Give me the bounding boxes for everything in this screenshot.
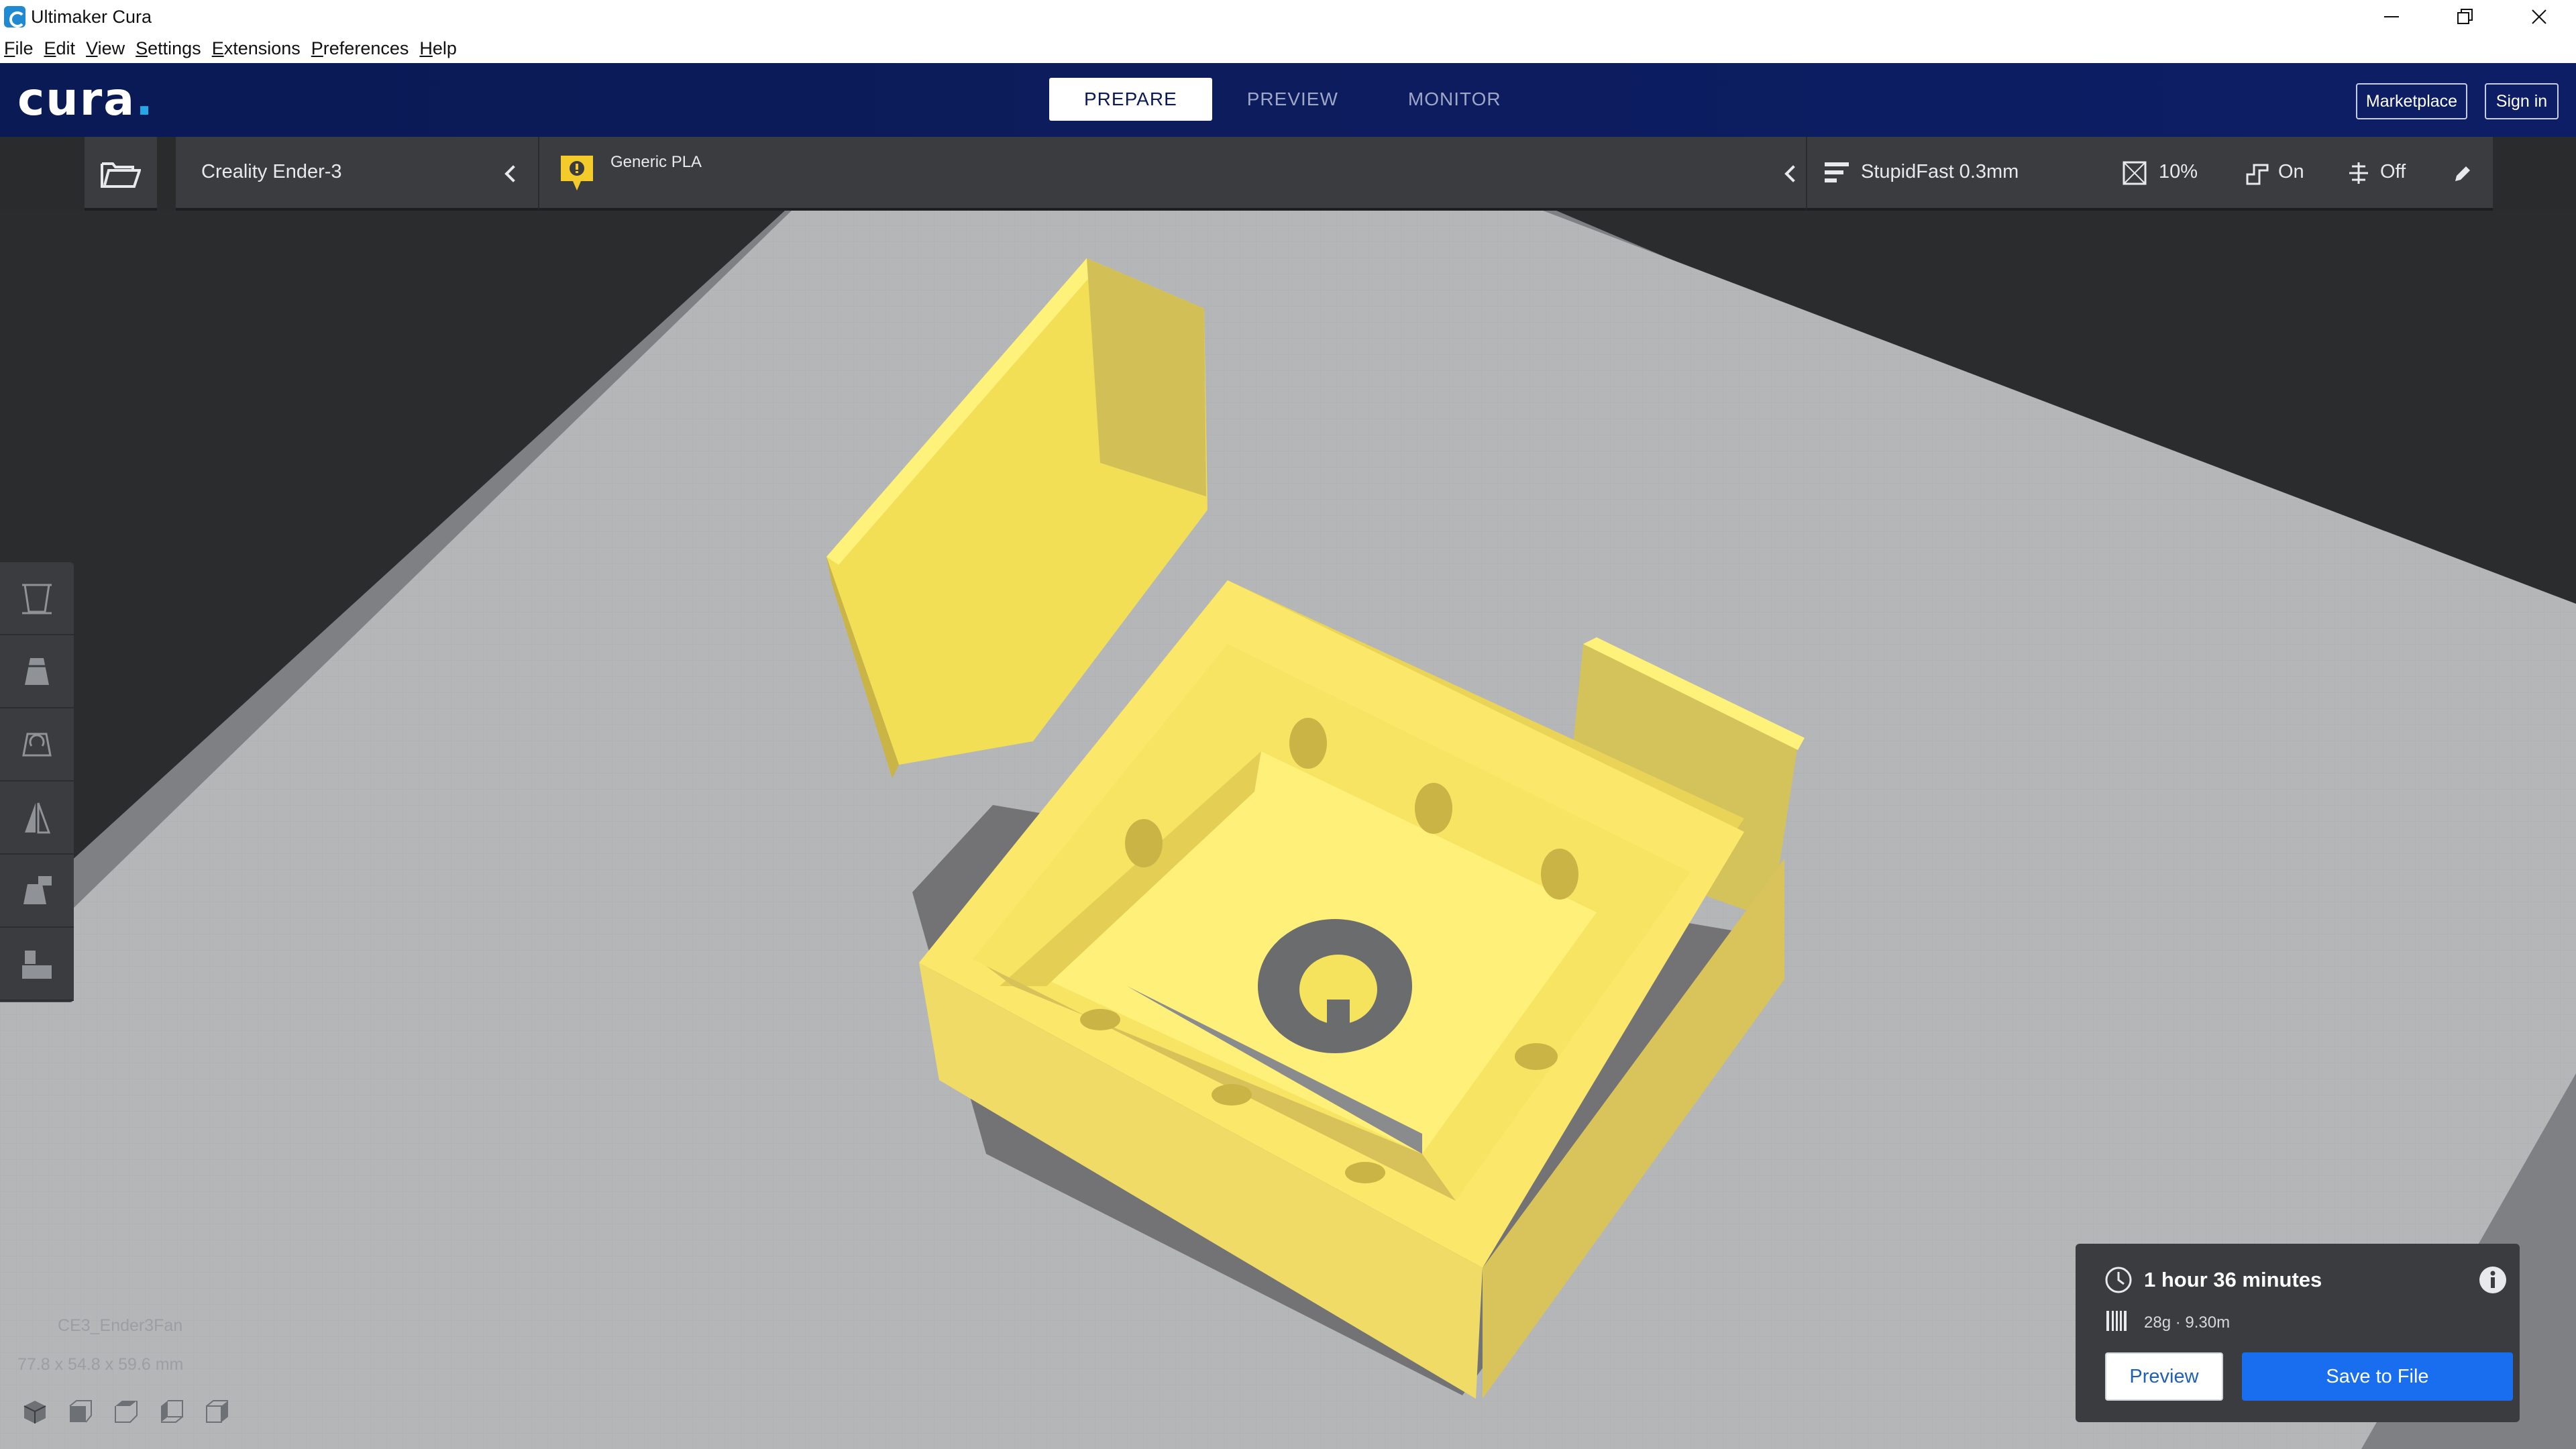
chevron-left-icon <box>1784 165 1802 182</box>
menu-view[interactable]: View <box>86 38 125 59</box>
infill-icon <box>2123 161 2147 185</box>
signin-button[interactable]: Sign in <box>2485 83 2559 119</box>
view-left-button[interactable] <box>157 1397 186 1426</box>
view-orientation-buttons <box>20 1397 248 1426</box>
pencil-icon[interactable] <box>2453 164 2473 184</box>
menu-file[interactable]: File <box>4 38 34 59</box>
printer-name: Creality Ender-3 <box>201 161 342 182</box>
support-icon <box>2246 164 2269 185</box>
tab-prepare[interactable]: PREPARE <box>1049 78 1212 121</box>
view-front-icon <box>69 1400 92 1423</box>
restore-icon <box>2457 9 2473 24</box>
window-title: Ultimaker Cura <box>31 6 152 27</box>
model-hole <box>1125 819 1163 867</box>
material-warning-icon <box>561 156 593 191</box>
logo-dot: . <box>136 73 154 126</box>
move-tool-button[interactable] <box>0 562 74 635</box>
minimize-button[interactable] <box>2355 0 2428 34</box>
scale-tool-button[interactable] <box>0 635 74 708</box>
per-model-settings-icon <box>23 875 52 904</box>
window-controls <box>2355 0 2576 34</box>
cura-app-icon <box>4 6 25 28</box>
menu-bar: File Edit View Settings Extensions Prefe… <box>0 34 2576 63</box>
restore-button[interactable] <box>2428 0 2502 34</box>
open-file-button[interactable] <box>85 137 157 211</box>
printer-selector[interactable]: Creality Ender-3 <box>176 137 538 211</box>
view-front-button[interactable] <box>66 1397 95 1426</box>
minimize-icon <box>2384 16 2399 17</box>
move-icon <box>22 584 52 614</box>
material-name: Generic PLA <box>610 153 702 171</box>
object-name: CE3_Ender3Fan <box>58 1316 183 1335</box>
material-usage: 28g · 9.30m <box>2144 1313 2231 1332</box>
mirror-tool-button[interactable] <box>0 782 74 855</box>
support-blocker-icon <box>22 950 52 979</box>
model-ring-slot <box>1327 1000 1350 1046</box>
close-button[interactable] <box>2502 0 2576 34</box>
support-value: On <box>2278 161 2304 182</box>
model-hole <box>1541 849 1578 900</box>
spool-icon <box>2106 1311 2127 1331</box>
adhesion-value: Off <box>2380 161 2406 182</box>
window-titlebar: Ultimaker Cura <box>0 0 2576 34</box>
left-toolbar <box>0 562 74 1002</box>
object-dimensions: 77.8 x 54.8 x 59.6 mm <box>17 1355 184 1374</box>
view-right-icon <box>206 1400 228 1423</box>
view-3d-button[interactable] <box>20 1397 50 1426</box>
view-top-icon <box>115 1401 138 1423</box>
save-to-file-button[interactable]: Save to File <box>2242 1352 2513 1401</box>
print-summary-panel: 1 hour 36 minutes 28g · 9.30m Preview Sa… <box>2076 1244 2520 1422</box>
model-hole <box>1345 1162 1385 1183</box>
view-top-button[interactable] <box>111 1397 141 1426</box>
model-hole <box>1080 1009 1120 1030</box>
menu-edit[interactable]: Edit <box>44 38 76 59</box>
preview-button[interactable]: Preview <box>2105 1352 2223 1401</box>
scale-icon <box>25 657 49 685</box>
adhesion-icon <box>2349 162 2368 184</box>
view-3d-icon <box>23 1401 46 1424</box>
support-blocker-button[interactable] <box>0 928 74 1001</box>
app-header: cura. PREPARE PREVIEW MONITOR Marketplac… <box>0 63 2576 137</box>
print-settings-selector[interactable]: StupidFast 0.3mm 10% On Off <box>1806 137 2493 211</box>
profile-name: StupidFast 0.3mm <box>1861 161 2019 182</box>
rotate-icon <box>22 733 52 756</box>
rotate-tool-button[interactable] <box>0 708 74 782</box>
mirror-icon <box>25 802 51 833</box>
material-selector[interactable]: Generic PLA <box>538 137 1806 211</box>
model-hole <box>1289 718 1327 769</box>
info-icon[interactable] <box>2478 1265 2508 1295</box>
logo-text: cura <box>17 73 136 126</box>
model-hole <box>1515 1043 1558 1070</box>
view-right-button[interactable] <box>203 1397 232 1426</box>
per-model-settings-button[interactable] <box>0 855 74 928</box>
profile-icon <box>1825 162 1849 182</box>
model-hole <box>1415 783 1452 834</box>
clock-icon <box>2105 1267 2132 1293</box>
folder-open-icon <box>101 162 141 188</box>
model-hole <box>1212 1084 1252 1106</box>
view-left-icon <box>161 1400 183 1423</box>
menu-help[interactable]: Help <box>419 38 457 59</box>
marketplace-button[interactable]: Marketplace <box>2356 83 2467 119</box>
cura-logo: cura. <box>17 76 154 123</box>
print-time: 1 hour 36 minutes <box>2144 1268 2322 1291</box>
stage-tabs: PREPARE PREVIEW MONITOR <box>1049 78 1536 121</box>
chevron-left-icon <box>504 165 522 182</box>
menu-extensions[interactable]: Extensions <box>212 38 301 59</box>
tab-preview[interactable]: PREVIEW <box>1212 78 1373 121</box>
menu-preferences[interactable]: Preferences <box>311 38 409 59</box>
menu-settings[interactable]: Settings <box>136 38 201 59</box>
close-icon <box>2532 9 2546 24</box>
tab-monitor[interactable]: MONITOR <box>1373 78 1536 121</box>
infill-value: 10% <box>2159 161 2198 182</box>
